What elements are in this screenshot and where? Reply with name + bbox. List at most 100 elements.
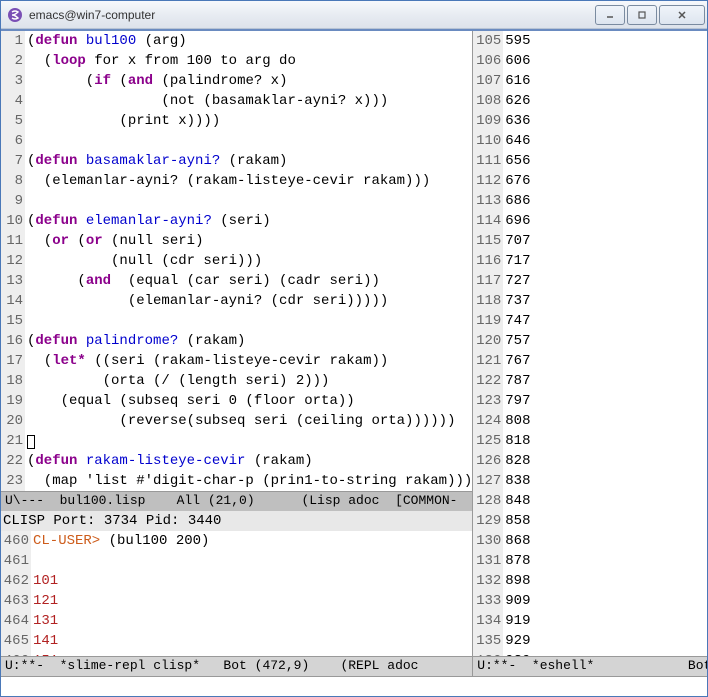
source-line[interactable]: 23 (map 'list #'digit-char-p (prin1-to-s… xyxy=(1,471,472,491)
eshell-line[interactable]: 106606 xyxy=(473,51,707,71)
source-line[interactable]: 8 (elemanlar-ayni? (rakam-listeye-cevir … xyxy=(1,171,472,191)
eshell-text[interactable]: 737 xyxy=(503,291,530,311)
eshell-text[interactable]: 828 xyxy=(503,451,530,471)
eshell-line[interactable]: 124808 xyxy=(473,411,707,431)
source-line[interactable]: 15 xyxy=(1,311,472,331)
repl-line[interactable]: 465141 xyxy=(1,631,472,651)
source-line[interactable]: 1(defun bul100 (arg) xyxy=(1,31,472,51)
eshell-text[interactable]: 727 xyxy=(503,271,530,291)
source-line[interactable]: 20 (reverse(subseq seri (ceiling orta)))… xyxy=(1,411,472,431)
source-line[interactable]: 9 xyxy=(1,191,472,211)
eshell-line[interactable]: 109636 xyxy=(473,111,707,131)
code-text[interactable]: (defun bul100 (arg) xyxy=(25,31,187,51)
source-line[interactable]: 12 (null (cdr seri))) xyxy=(1,251,472,271)
eshell-text[interactable]: 929 xyxy=(503,631,530,651)
source-line[interactable]: 11 (or (or (null seri) xyxy=(1,231,472,251)
eshell-text[interactable]: 757 xyxy=(503,331,530,351)
source-line[interactable]: 17 (let* ((seri (rakam-listeye-cevir rak… xyxy=(1,351,472,371)
eshell-line[interactable]: 117727 xyxy=(473,271,707,291)
code-text[interactable]: (defun palindrome? (rakam) xyxy=(25,331,245,351)
code-text[interactable]: (and (equal (car seri) (cadr seri)) xyxy=(25,271,380,291)
minimize-button[interactable] xyxy=(595,5,625,25)
eshell-text[interactable]: 919 xyxy=(503,611,530,631)
eshell-text[interactable]: 858 xyxy=(503,511,530,531)
repl-line[interactable]: 461 xyxy=(1,551,472,571)
code-text[interactable]: (orta (/ (length seri) 2))) xyxy=(25,371,329,391)
source-line[interactable]: 21 xyxy=(1,431,472,451)
repl-line[interactable]: 464131 xyxy=(1,611,472,631)
repl-text[interactable]: 101 xyxy=(31,571,67,591)
eshell-line[interactable]: 122787 xyxy=(473,371,707,391)
code-text[interactable]: (not (basamaklar-ayni? x))) xyxy=(25,91,388,111)
eshell-line[interactable]: 112676 xyxy=(473,171,707,191)
eshell-line[interactable]: 114696 xyxy=(473,211,707,231)
source-line[interactable]: 5 (print x)))) xyxy=(1,111,472,131)
repl-body[interactable]: 460CL-USER> (bul100 200)461462101 463121… xyxy=(1,531,472,656)
eshell-line[interactable]: 128848 xyxy=(473,491,707,511)
repl-text[interactable]: 131 xyxy=(31,611,67,631)
repl-modeline[interactable]: U:**- *slime-repl clisp* Bot (472,9) (RE… xyxy=(1,656,472,676)
eshell-line[interactable]: 121767 xyxy=(473,351,707,371)
code-text[interactable]: (elemanlar-ayni? (cdr seri))))) xyxy=(25,291,388,311)
eshell-line[interactable]: 111656 xyxy=(473,151,707,171)
source-line[interactable]: 18 (orta (/ (length seri) 2))) xyxy=(1,371,472,391)
maximize-button[interactable] xyxy=(627,5,657,25)
eshell-text[interactable]: 707 xyxy=(503,231,530,251)
code-text[interactable]: (print x)))) xyxy=(25,111,220,131)
eshell-line[interactable]: 130868 xyxy=(473,531,707,551)
close-button[interactable] xyxy=(659,5,705,25)
code-text[interactable]: (or (or (null seri) xyxy=(25,231,203,251)
source-line[interactable]: 3 (if (and (palindrome? x) xyxy=(1,71,472,91)
code-text[interactable]: (defun elemanlar-ayni? (seri) xyxy=(25,211,271,231)
eshell-line[interactable]: 133909 xyxy=(473,591,707,611)
eshell-text[interactable]: 797 xyxy=(503,391,530,411)
eshell-line[interactable]: 126828 xyxy=(473,451,707,471)
eshell-text[interactable]: 616 xyxy=(503,71,530,91)
source-modeline[interactable]: U\--- bul100.lisp All (21,0) (Lisp adoc … xyxy=(1,491,472,511)
source-line[interactable]: 6 xyxy=(1,131,472,151)
source-line[interactable]: 13 (and (equal (car seri) (cadr seri)) xyxy=(1,271,472,291)
eshell-text[interactable]: 656 xyxy=(503,151,530,171)
code-text[interactable]: (reverse(subseq seri (ceiling orta)))))) xyxy=(25,411,455,431)
eshell-line[interactable]: 125818 xyxy=(473,431,707,451)
eshell-text[interactable]: 898 xyxy=(503,571,530,591)
eshell-line[interactable]: 113686 xyxy=(473,191,707,211)
code-text[interactable]: (defun rakam-listeye-cevir (rakam) xyxy=(25,451,313,471)
eshell-text[interactable]: 636 xyxy=(503,111,530,131)
eshell-line[interactable]: 120757 xyxy=(473,331,707,351)
code-text[interactable]: (map 'list #'digit-char-p (prin1-to-stri… xyxy=(25,471,472,491)
titlebar[interactable]: emacs@win7-computer xyxy=(1,1,707,29)
source-pane[interactable]: 1(defun bul100 (arg)2 (loop for x from 1… xyxy=(1,31,472,511)
eshell-line[interactable]: 105595 xyxy=(473,31,707,51)
source-line[interactable]: 16(defun palindrome? (rakam) xyxy=(1,331,472,351)
eshell-line[interactable]: 129858 xyxy=(473,511,707,531)
code-text[interactable]: (elemanlar-ayni? (rakam-listeye-cevir ra… xyxy=(25,171,430,191)
eshell-text[interactable]: 676 xyxy=(503,171,530,191)
eshell-text[interactable]: 808 xyxy=(503,411,530,431)
eshell-line[interactable]: 115707 xyxy=(473,231,707,251)
eshell-text[interactable]: 747 xyxy=(503,311,530,331)
eshell-line[interactable]: 131878 xyxy=(473,551,707,571)
eshell-line[interactable]: 110646 xyxy=(473,131,707,151)
source-body[interactable]: 1(defun bul100 (arg)2 (loop for x from 1… xyxy=(1,31,472,491)
eshell-text[interactable]: 696 xyxy=(503,211,530,231)
eshell-pane[interactable]: 1055951066061076161086261096361106461116… xyxy=(473,31,707,676)
source-line[interactable]: 2 (loop for x from 100 to arg do xyxy=(1,51,472,71)
eshell-line[interactable]: 118737 xyxy=(473,291,707,311)
repl-pane[interactable]: CLISP Port: 3734 Pid: 3440 460CL-USER> (… xyxy=(1,511,472,676)
code-text[interactable] xyxy=(25,431,35,451)
code-text[interactable]: (null (cdr seri))) xyxy=(25,251,262,271)
source-line[interactable]: 4 (not (basamaklar-ayni? x))) xyxy=(1,91,472,111)
repl-line[interactable]: 460CL-USER> (bul100 200) xyxy=(1,531,472,551)
eshell-text[interactable]: 646 xyxy=(503,131,530,151)
eshell-text[interactable]: 878 xyxy=(503,551,530,571)
eshell-line[interactable]: 123797 xyxy=(473,391,707,411)
eshell-text[interactable]: 848 xyxy=(503,491,530,511)
repl-text[interactable]: 141 xyxy=(31,631,67,651)
eshell-text[interactable]: 838 xyxy=(503,471,530,491)
eshell-line[interactable]: 116717 xyxy=(473,251,707,271)
source-line[interactable]: 22(defun rakam-listeye-cevir (rakam) xyxy=(1,451,472,471)
eshell-line[interactable]: 119747 xyxy=(473,311,707,331)
eshell-text[interactable]: 909 xyxy=(503,591,530,611)
eshell-line[interactable]: 127838 xyxy=(473,471,707,491)
